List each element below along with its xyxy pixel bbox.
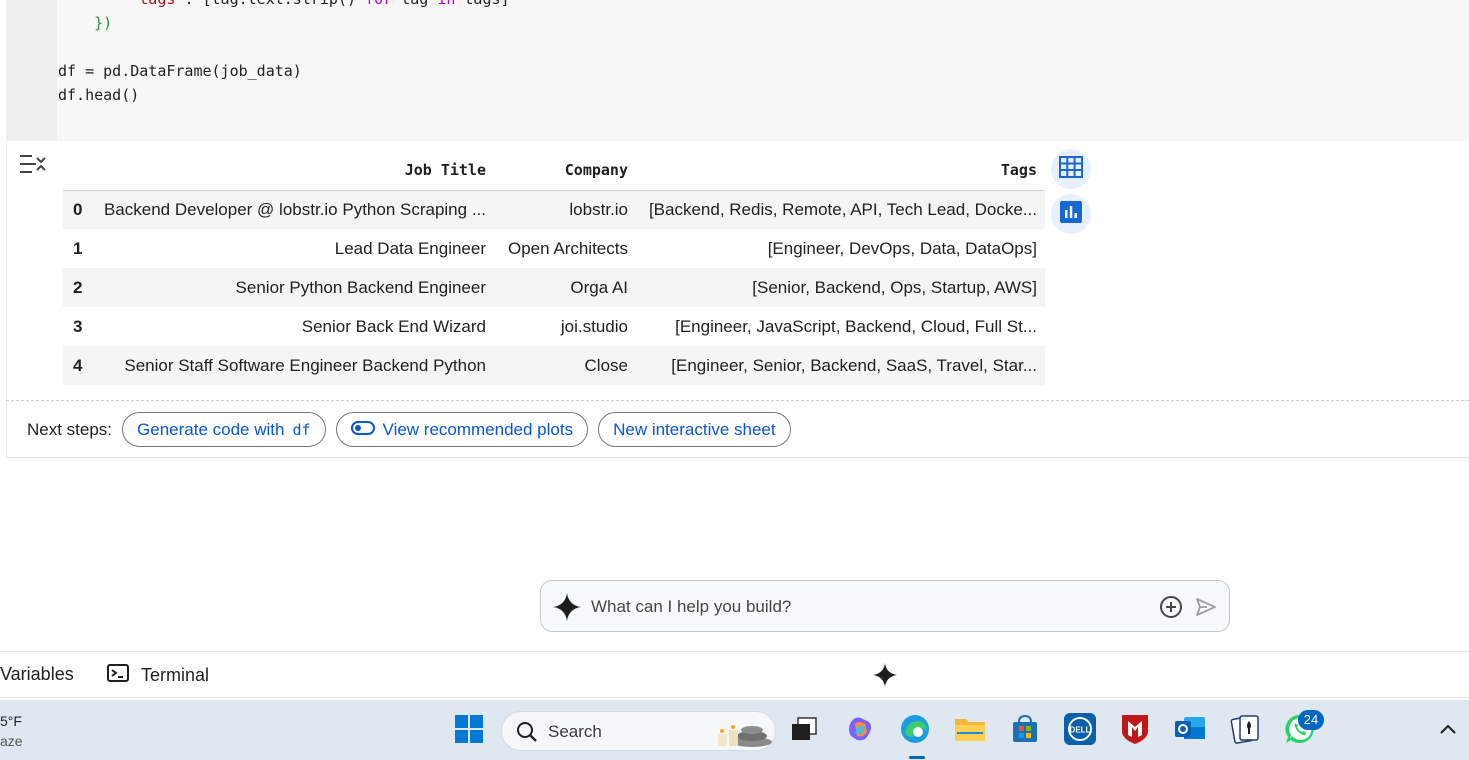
outlook-icon[interactable] bbox=[1174, 713, 1206, 745]
next-steps-label: Next steps: bbox=[27, 419, 113, 439]
gemini-prompt-box[interactable] bbox=[540, 580, 1230, 632]
active-app-indicator bbox=[909, 756, 925, 759]
dataframe-table: Job Title Company Tags 0 Backend Develop… bbox=[63, 151, 1045, 385]
code-line-1: "tags": [tag.text.strip() for tag in tag… bbox=[58, 0, 509, 8]
column-header-job-title: Job Title bbox=[92, 151, 494, 191]
cell-tags: [Senior, Backend, Ops, Startup, AWS] bbox=[636, 268, 1045, 307]
cell-tags: [Engineer, Senior, Backend, SaaS, Travel… bbox=[636, 346, 1045, 385]
table-row: 4 Senior Staff Software Engineer Backend… bbox=[63, 346, 1045, 385]
cell-tags: [Backend, Redis, Remote, API, Tech Lead,… bbox=[636, 190, 1045, 229]
edge-browser-icon[interactable] bbox=[899, 713, 931, 745]
output-actions-icon[interactable] bbox=[18, 152, 46, 176]
new-interactive-sheet-button[interactable]: New interactive sheet bbox=[598, 412, 791, 447]
generate-code-button[interactable]: Generate code with df bbox=[122, 412, 326, 447]
variables-tab[interactable]: Variables bbox=[0, 664, 74, 685]
cell-company: lobstr.io bbox=[494, 190, 636, 229]
code-line-2: }) bbox=[58, 14, 113, 32]
cell-job-title: Backend Developer @ lobstr.io Python Scr… bbox=[92, 190, 494, 229]
table-icon bbox=[1059, 155, 1083, 183]
svg-text:DELL: DELL bbox=[1070, 726, 1091, 735]
add-icon[interactable] bbox=[1159, 595, 1183, 624]
row-index: 0 bbox=[63, 190, 92, 229]
mcafee-icon[interactable] bbox=[1119, 713, 1151, 745]
output-divider bbox=[6, 400, 1469, 401]
cell-company: joi.studio bbox=[560, 316, 628, 336]
variables-label: Variables bbox=[0, 664, 74, 684]
task-view-icon[interactable] bbox=[788, 713, 820, 745]
generate-code-var: df bbox=[292, 420, 311, 439]
next-steps-bar: Next steps: Generate code with df View r… bbox=[27, 412, 791, 447]
code-line-4: df = pd.DataFrame(job_data) bbox=[58, 62, 302, 80]
cell-job-title: Senior Python Backend Engineer bbox=[92, 268, 494, 307]
search-icon bbox=[516, 721, 538, 748]
whatsapp-badge: 24 bbox=[1298, 710, 1324, 730]
row-index: 1 bbox=[73, 238, 83, 258]
cell-output-divider bbox=[6, 457, 1469, 458]
table-row: 3 Senior Back End Wizard joi.studio [Eng… bbox=[63, 307, 1045, 346]
code-cell-gutter bbox=[6, 0, 57, 141]
column-header-tags: Tags bbox=[636, 151, 1045, 191]
taskbar-search[interactable]: Search bbox=[501, 711, 776, 751]
row-index: 2 bbox=[63, 268, 92, 307]
cell-company: Orga AI bbox=[494, 268, 636, 307]
microsoft-store-icon[interactable] bbox=[1009, 713, 1041, 745]
new-interactive-sheet-label: New interactive sheet bbox=[613, 419, 776, 439]
terminal-icon bbox=[107, 664, 129, 687]
code-editor[interactable]: "tags": [tag.text.strip() for tag in tag… bbox=[58, 0, 510, 107]
index-header bbox=[63, 151, 92, 191]
send-icon[interactable] bbox=[1195, 597, 1217, 622]
search-highlight-icon bbox=[712, 716, 774, 753]
weather-temp: 5°F bbox=[0, 713, 22, 729]
gemini-sparkle-icon[interactable] bbox=[873, 663, 897, 692]
windows-start-icon[interactable] bbox=[453, 713, 485, 745]
terminal-tab[interactable]: Terminal bbox=[107, 664, 209, 687]
view-recommended-plots-button[interactable]: View recommended plots bbox=[335, 412, 589, 447]
cell-company: Open Architects bbox=[507, 238, 628, 258]
column-header-company: Company bbox=[494, 151, 636, 191]
weather-widget[interactable]: 5°F aze bbox=[0, 711, 23, 751]
row-index: 3 bbox=[73, 316, 83, 336]
search-label: Search bbox=[548, 722, 602, 741]
file-explorer-icon[interactable] bbox=[954, 713, 986, 745]
dell-icon[interactable]: DELL bbox=[1064, 713, 1096, 745]
suggest-charts-button[interactable] bbox=[1051, 194, 1091, 234]
bottom-panel-bar: Variables Terminal bbox=[0, 651, 1469, 698]
cell-company: Close bbox=[494, 346, 636, 385]
cell-job-title: Senior Staff Software Engineer Backend P… bbox=[92, 346, 494, 385]
copilot-icon[interactable] bbox=[844, 713, 876, 745]
table-header-row: Job Title Company Tags bbox=[63, 151, 1045, 191]
gemini-sparkle-icon bbox=[553, 593, 581, 626]
generate-code-label: Generate code with bbox=[137, 419, 285, 439]
cell-job-title: Lead Data Engineer bbox=[334, 238, 486, 258]
cell-tags: [Engineer, JavaScript, Backend, Cloud, F… bbox=[675, 316, 1037, 336]
cell-tags: [Engineer, DevOps, Data, DataOps] bbox=[767, 238, 1037, 258]
chevron-up-icon[interactable] bbox=[1432, 713, 1464, 745]
gemini-prompt-input[interactable] bbox=[591, 595, 1131, 619]
solitaire-icon[interactable] bbox=[1229, 713, 1261, 745]
taskbar: 5°F aze Search DELL 24 bbox=[0, 700, 1469, 760]
weather-desc: aze bbox=[0, 733, 23, 749]
code-line-5: df.head() bbox=[58, 86, 140, 104]
toggle-icon bbox=[350, 420, 375, 440]
terminal-label: Terminal bbox=[141, 665, 210, 685]
view-recommended-plots-label: View recommended plots bbox=[382, 419, 574, 439]
bar-chart-icon bbox=[1060, 200, 1082, 228]
row-index: 4 bbox=[63, 346, 92, 385]
convert-to-interactive-table-button[interactable] bbox=[1051, 149, 1091, 189]
table-row: 1 Lead Data Engineer Open Architects [En… bbox=[63, 229, 1045, 268]
table-row: 2 Senior Python Backend Engineer Orga AI… bbox=[63, 268, 1045, 307]
table-row: 0 Backend Developer @ lobstr.io Python S… bbox=[63, 190, 1045, 229]
cell-job-title: Senior Back End Wizard bbox=[301, 316, 486, 336]
